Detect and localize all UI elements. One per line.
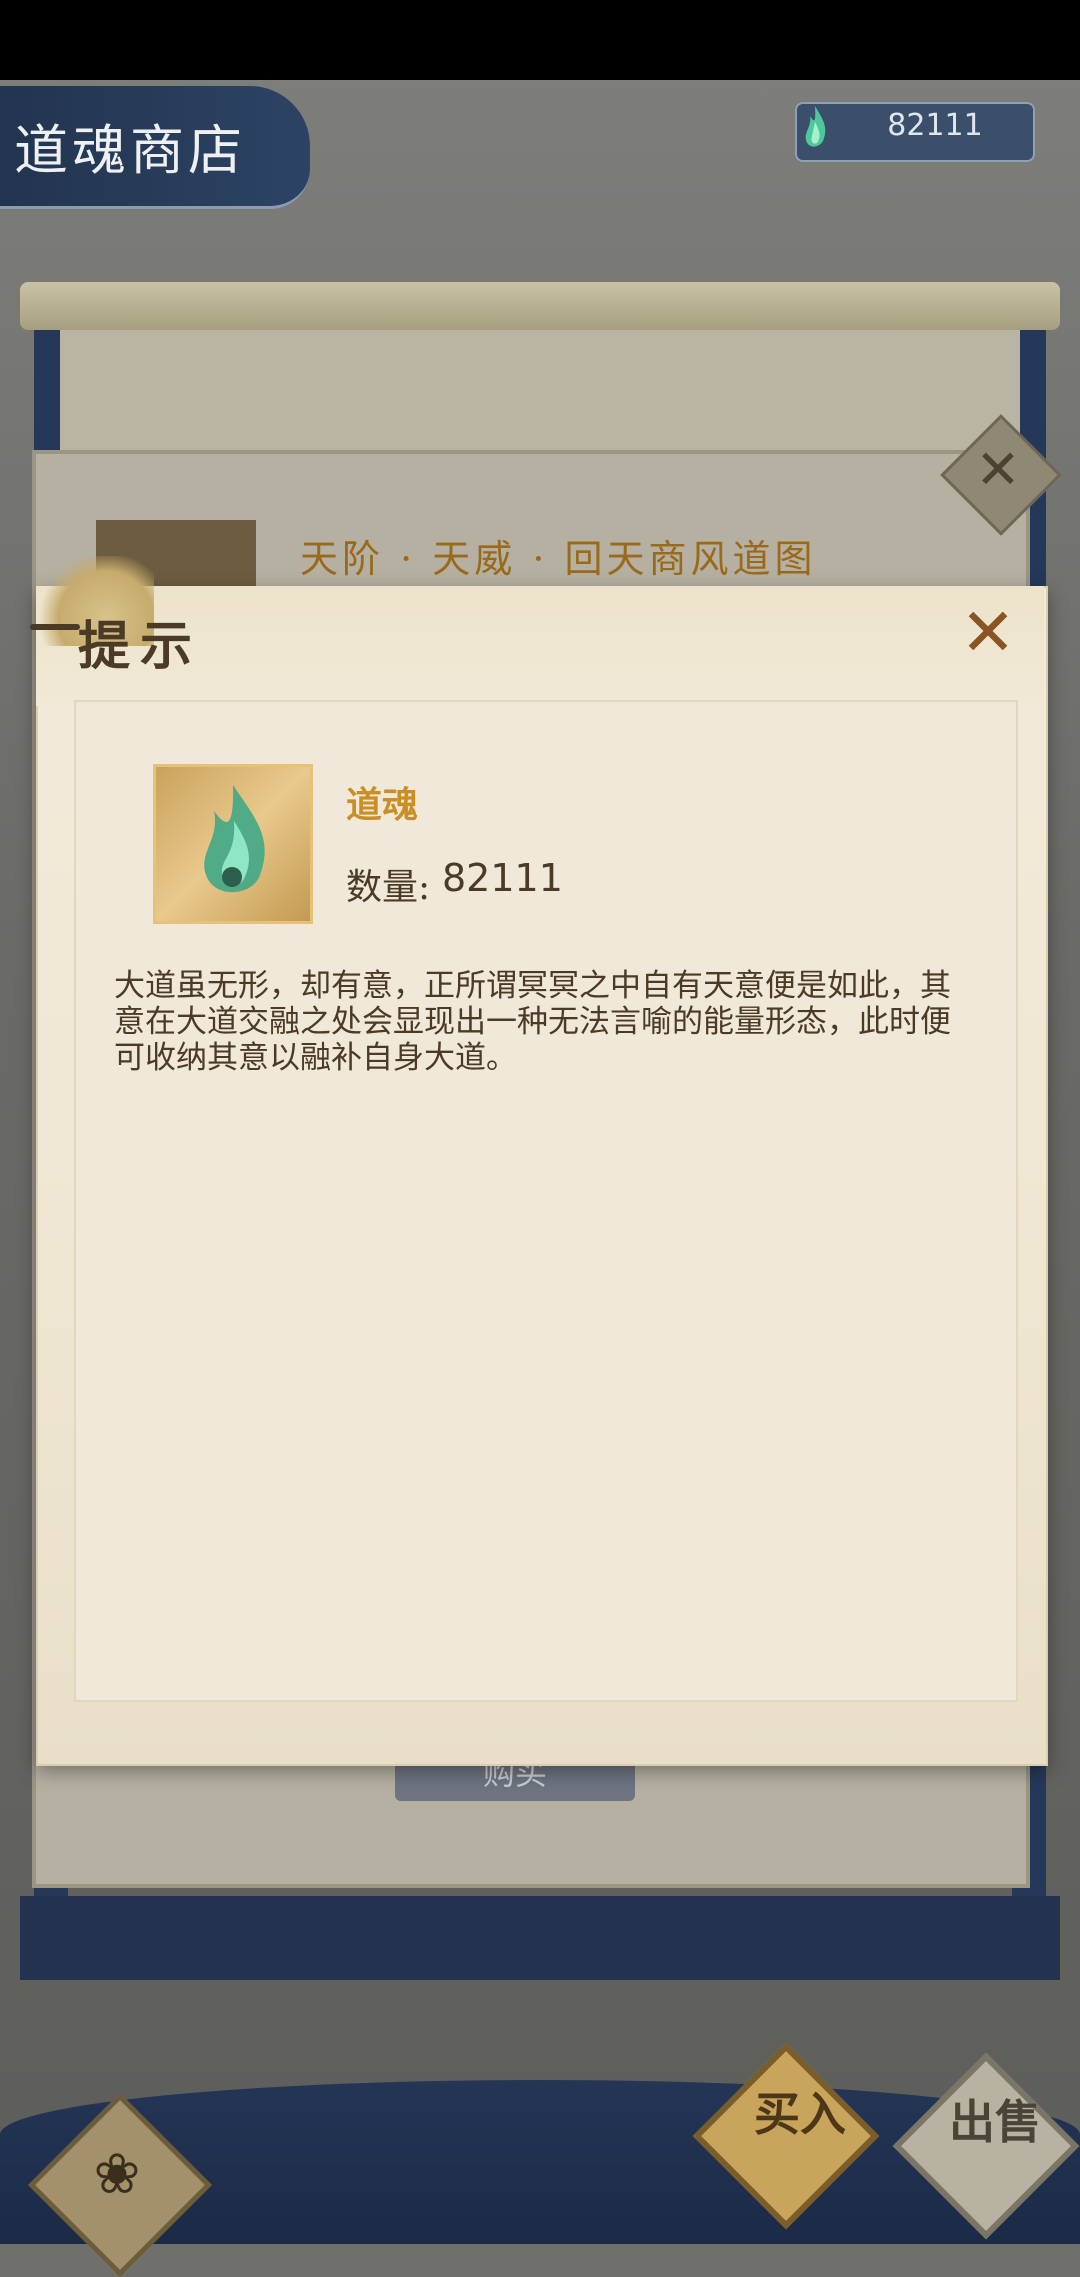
scroll-rod bbox=[20, 282, 1060, 330]
cloud-swirl-icon: ❀ bbox=[93, 2142, 141, 2207]
item-detail-title: 天阶 · 天威 · 回天商风道图 bbox=[300, 537, 817, 581]
status-bar bbox=[0, 0, 1080, 80]
item-description: 大道虽无形，却有意，正所谓冥冥之中自有天意便是如此，其意在大道交融之处会显现出一… bbox=[114, 968, 951, 1076]
item-quantity-label: 数量: bbox=[346, 867, 431, 908]
soul-flame-icon bbox=[800, 104, 830, 156]
soul-flame-icon bbox=[204, 785, 265, 893]
sell-tab-label: 出售 bbox=[949, 2095, 1041, 2149]
shop-title: 道魂商店 bbox=[14, 119, 246, 182]
item-name: 道魂 bbox=[346, 784, 419, 826]
item-icon-frame bbox=[153, 764, 313, 924]
title-ornament-line bbox=[30, 624, 80, 630]
dialog-title: 提示 bbox=[78, 616, 203, 677]
dialog-close-button[interactable]: ✕ bbox=[955, 600, 1021, 666]
currency-value: 82111 bbox=[887, 108, 983, 143]
close-icon: ✕ bbox=[975, 438, 1021, 501]
buy-tab-label: 买入 bbox=[754, 2087, 846, 2141]
scroll-bottom-band bbox=[20, 1896, 1060, 1980]
item-quantity-value: 82111 bbox=[442, 856, 563, 900]
